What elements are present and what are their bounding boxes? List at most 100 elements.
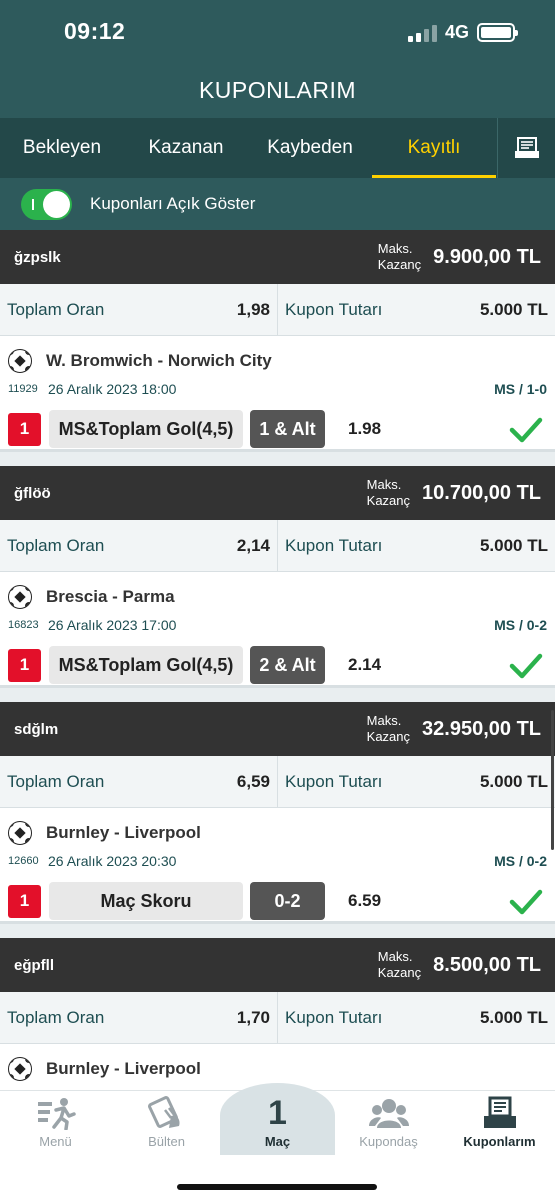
status-time: 09:12	[64, 18, 126, 44]
football-icon	[8, 585, 32, 609]
signal-icon	[407, 24, 437, 42]
pick-label: 1 & Alt	[250, 410, 325, 448]
selection-odd: 1.98	[348, 419, 382, 438]
total-odds-label: Toplam Oran	[7, 1007, 105, 1027]
total-odds-value: 1,70	[236, 1007, 270, 1027]
total-odds-value: 6,59	[236, 771, 270, 791]
nav-match[interactable]: 1 Maç	[220, 1083, 335, 1155]
match-result: MS / 1-0	[494, 381, 547, 397]
nav-kuponlarim[interactable]: Kuponlarım	[444, 1091, 555, 1155]
max-win-label: Maks. Kazanç	[377, 949, 422, 980]
checkmark-icon	[509, 417, 543, 443]
coupons-screen: 09:12 4G KUPONLARIM Bekleyen Kazanan Kay…	[0, 0, 555, 1200]
selection-number: 1	[8, 412, 41, 446]
match-code: 11929	[8, 383, 38, 395]
coupon-summary: Toplam Oran 1,98 Kupon Tutarı 5.000 TL	[0, 284, 555, 336]
coupon-name: sdğlm	[14, 720, 59, 738]
match-result: MS / 0-2	[494, 853, 547, 869]
tab-kaybeden[interactable]: Kaybeden	[248, 118, 372, 178]
match-title: Burnley - Liverpool	[46, 1059, 201, 1078]
coupon-summary: Toplam Oran 6,59 Kupon Tutarı 5.000 TL	[0, 756, 555, 808]
coupons-icon	[483, 1096, 516, 1128]
selection-number: 1	[8, 884, 41, 918]
checkmark-icon	[509, 889, 543, 915]
status-indicators: 4G	[407, 22, 518, 43]
total-odds-value: 1,98	[236, 299, 270, 319]
stake-value: 5.000 TL	[479, 535, 548, 555]
total-odds-label: Toplam Oran	[7, 299, 105, 319]
market-label: MS&Toplam Gol(4,5)	[49, 646, 243, 684]
menu-runner-icon	[37, 1098, 76, 1130]
total-odds-label: Toplam Oran	[7, 771, 105, 791]
stake-value: 5.000 TL	[479, 1007, 548, 1027]
stake-value: 5.000 TL	[479, 771, 548, 791]
show-open-toggle[interactable]	[21, 188, 72, 220]
page-title: KUPONLARIM	[198, 77, 357, 103]
match-date: 26 Aralık 2023 17:00	[48, 617, 177, 633]
match-row: Burnley - Liverpool 12660 26 Aralık 2023 …	[0, 808, 555, 924]
nav-match-label: Maç	[264, 1134, 291, 1149]
stake-label: Kupon Tutarı	[285, 1007, 383, 1027]
max-win-amount: 9.900,00 TL	[433, 245, 541, 268]
home-indicator	[177, 1184, 377, 1190]
app-header: 09:12 4G KUPONLARIM	[0, 0, 555, 118]
selection-number: 1	[8, 648, 41, 682]
match-title: Burnley - Liverpool	[46, 823, 201, 842]
tab-kayitli[interactable]: Kayıtlı	[372, 118, 496, 178]
coupon-list: ğzpslk Maks. Kazanç 9.900,00 TL Toplam Or…	[0, 230, 555, 1160]
bulletin-icon	[147, 1096, 180, 1128]
toggle-label: Kuponları Açık Göster	[90, 194, 256, 213]
network-label: 4G	[444, 22, 469, 42]
receipt-icon	[514, 137, 539, 158]
max-win-amount: 10.700,00 TL	[422, 481, 541, 504]
coupon-name: ğflöö	[14, 484, 51, 502]
nav-bulletin-label: Bülten	[148, 1134, 185, 1149]
stake-label: Kupon Tutarı	[285, 299, 383, 319]
coupon-card[interactable]: ğzpslk Maks. Kazanç 9.900,00 TL Toplam Or…	[0, 230, 555, 452]
match-row: Brescia - Parma 16823 26 Aralık 2023 17:0…	[0, 572, 555, 688]
football-icon	[8, 349, 32, 373]
coupon-header: ğflöö Maks. Kazanç 10.700,00 TL	[0, 466, 555, 520]
max-win-label: Maks. Kazanç	[366, 713, 411, 744]
coupon-tabs: Bekleyen Kazanan Kaybeden Kayıtlı	[0, 118, 555, 178]
pick-label: 2 & Alt	[250, 646, 325, 684]
match-title: W. Bromwich - Norwich City	[46, 351, 272, 370]
bottom-navigation: Menü Bülten Kupondaş Kuponlarım 1 Maç	[0, 1083, 555, 1200]
coupon-header: sdğlm Maks. Kazanç 32.950,00 TL	[0, 702, 555, 756]
nav-kupondas-label: Kupondaş	[359, 1134, 418, 1149]
football-icon	[8, 1057, 32, 1081]
total-odds-value: 2,14	[236, 535, 270, 555]
community-icon	[368, 1099, 409, 1128]
match-date: 26 Aralık 2023 18:00	[48, 381, 177, 397]
coupon-header: eğpfll Maks. Kazanç 8.500,00 TL	[0, 938, 555, 992]
coupon-summary: Toplam Oran 1,70 Kupon Tutarı 5.000 TL	[0, 992, 555, 1044]
market-label: MS&Toplam Gol(4,5)	[49, 410, 243, 448]
selection-odd: 6.59	[348, 891, 382, 910]
football-icon	[8, 821, 32, 845]
nav-bulletin[interactable]: Bülten	[111, 1091, 222, 1155]
nav-menu-label: Menü	[39, 1134, 72, 1149]
coupon-print-button[interactable]	[497, 118, 555, 178]
max-win-amount: 32.950,00 TL	[422, 717, 541, 740]
coupon-card[interactable]: sdğlm Maks. Kazanç 32.950,00 TL Toplam Or…	[0, 702, 555, 924]
nav-kupondas[interactable]: Kupondaş	[333, 1091, 444, 1155]
coupon-name: ğzpslk	[14, 248, 61, 266]
coupon-summary: Toplam Oran 2,14 Kupon Tutarı 5.000 TL	[0, 520, 555, 572]
show-open-toggle-row: Kuponları Açık Göster	[0, 178, 555, 230]
coupon-card[interactable]: ğflöö Maks. Kazanç 10.700,00 TL Toplam Or…	[0, 466, 555, 688]
nav-kuponlarim-label: Kuponlarım	[463, 1134, 536, 1149]
scrollbar[interactable]	[551, 710, 554, 850]
tab-bekleyen[interactable]: Bekleyen	[0, 118, 124, 178]
battery-icon	[477, 23, 518, 42]
match-row: W. Bromwich - Norwich City 11929 26 Aralı…	[0, 336, 555, 452]
match-title: Brescia - Parma	[46, 587, 175, 606]
max-win-label: Maks. Kazanç	[366, 477, 411, 508]
match-count: 1	[268, 1094, 287, 1132]
stake-label: Kupon Tutarı	[285, 535, 383, 555]
selection-odd: 2.14	[348, 655, 382, 674]
nav-menu[interactable]: Menü	[0, 1091, 111, 1155]
tab-kazanan[interactable]: Kazanan	[124, 118, 248, 178]
pick-label: 0-2	[250, 882, 325, 920]
stake-label: Kupon Tutarı	[285, 771, 383, 791]
checkmark-icon	[509, 653, 543, 679]
